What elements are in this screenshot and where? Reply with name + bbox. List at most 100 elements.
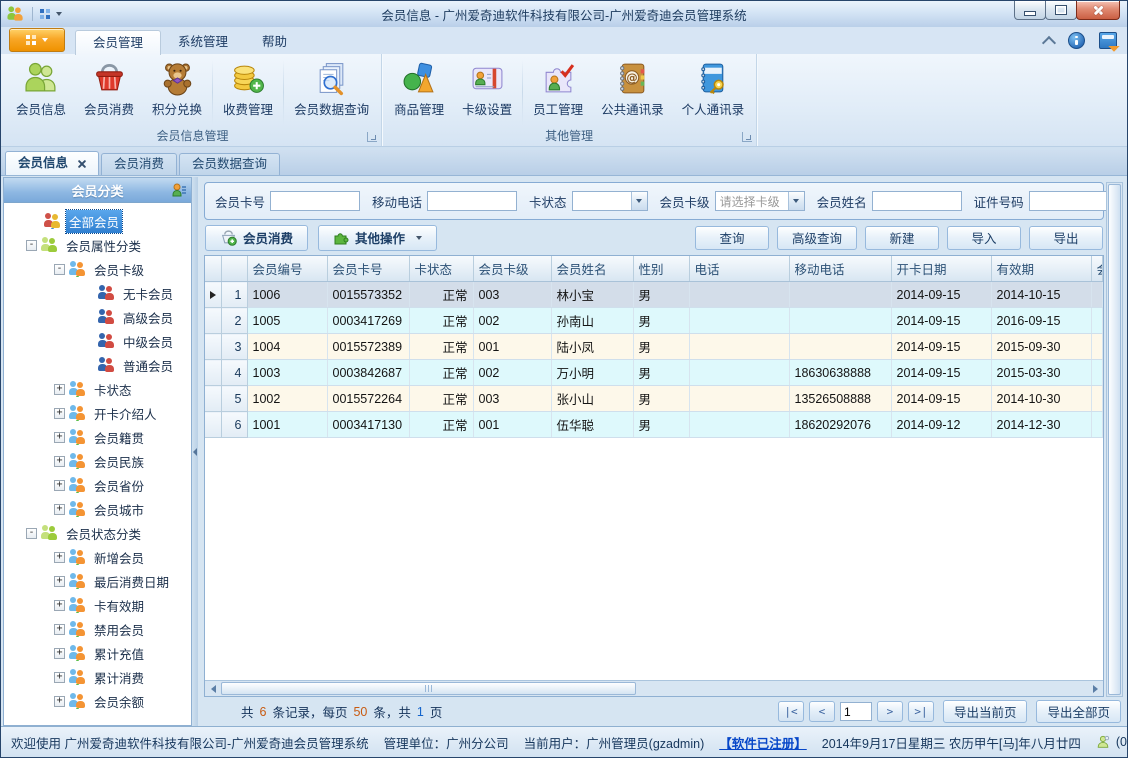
tree-item[interactable]: + 累计消费 (6, 665, 189, 689)
cell-open-date[interactable]: 2014-09-15 (891, 307, 992, 334)
table-row[interactable]: 6 1001 0003417130 正常 001 伍华聪 男 186202920… (205, 411, 1103, 438)
cell-mobile[interactable] (789, 281, 892, 308)
cell-status[interactable]: 正常 (409, 359, 474, 386)
dialog-launcher-icon[interactable] (742, 132, 753, 142)
tree-expander[interactable]: + (54, 407, 65, 419)
doc-tab-member-info[interactable]: 会员信息 (5, 151, 100, 175)
cell-name[interactable]: 孙南山 (551, 307, 634, 334)
cell-phone[interactable] (689, 411, 790, 438)
table-row[interactable]: 5 1002 0015572264 正常 003 张小山 男 135265088… (205, 385, 1103, 412)
tree-expander[interactable]: - (26, 527, 37, 539)
cell-valid-until[interactable]: 2016-09-15 (991, 307, 1092, 334)
cell-level[interactable]: 003 (473, 385, 552, 412)
export-all-pages-button[interactable]: 导出全部页 (1036, 700, 1121, 723)
cell-phone[interactable] (689, 359, 790, 386)
cell-mobile[interactable]: 18630638888 (789, 359, 892, 386)
tree-expander[interactable]: + (54, 431, 65, 443)
dialog-launcher-icon[interactable] (367, 132, 378, 142)
query-button[interactable]: 查询 (694, 225, 769, 250)
maximize-button[interactable] (1045, 1, 1077, 20)
column-header-status[interactable]: 卡状态 (409, 256, 474, 282)
card-status-select[interactable] (571, 191, 648, 211)
next-page-button[interactable]: > (876, 701, 903, 722)
tree-item[interactable]: + 累计充值 (6, 641, 189, 665)
column-header-open-date[interactable]: 开卡日期 (891, 256, 992, 282)
column-header-member-id[interactable]: 会员编号 (247, 256, 328, 282)
points-exchange-button[interactable]: 积分兑换 (143, 57, 211, 128)
column-header-card-no[interactable]: 会员卡号 (327, 256, 410, 282)
cell-card-no[interactable]: 0003842687 (327, 359, 410, 386)
scrollbar-thumb[interactable] (1108, 184, 1121, 695)
card-level-settings-button[interactable]: 卡级设置 (453, 57, 521, 128)
tree-item[interactable]: - 会员属性分类 (6, 233, 189, 257)
column-header-mobile[interactable]: 移动电话 (789, 256, 892, 282)
tree-expander[interactable]: + (54, 503, 65, 515)
tree-item[interactable]: 中级会员 (6, 329, 189, 353)
cell-open-date[interactable]: 2014-09-15 (891, 281, 992, 308)
table-row[interactable]: 4 1003 0003842687 正常 002 万小明 男 186306388… (205, 359, 1103, 386)
tree-expander[interactable]: + (54, 647, 65, 659)
tree-item-all-members[interactable]: 全部会员 (6, 208, 189, 234)
tree-item[interactable]: + 会员城市 (6, 497, 189, 521)
personal-contacts-button[interactable]: 个人通讯录 (673, 57, 754, 128)
doc-tab-member-consume[interactable]: 会员消费 (101, 153, 178, 175)
tree-item[interactable]: + 会员省份 (6, 473, 189, 497)
tree-item[interactable]: - 会员状态分类 (6, 521, 189, 545)
other-operations-button[interactable]: 其他操作 (318, 224, 438, 251)
close-tab-icon[interactable] (77, 159, 86, 168)
tree-item[interactable]: 无卡会员 (6, 281, 189, 305)
vertical-scrollbar[interactable] (1106, 182, 1123, 697)
info-icon[interactable] (1068, 32, 1085, 49)
cell-level[interactable]: 002 (473, 359, 552, 386)
page-number-input[interactable] (839, 702, 872, 721)
card-level-select[interactable]: 请选择卡级 (714, 191, 805, 211)
tree-item[interactable]: + 会员民族 (6, 449, 189, 473)
table-row[interactable]: 1 1006 0015573352 正常 003 林小宝 男 2014-09-1… (205, 281, 1103, 308)
tree-item[interactable]: 普通会员 (6, 353, 189, 377)
mobile-phone-input[interactable] (427, 191, 518, 211)
cell-phone[interactable] (689, 385, 790, 412)
member-consume-button[interactable]: 会员消费 (75, 57, 143, 128)
import-button[interactable]: 导入 (947, 225, 1021, 250)
cell-level[interactable]: 003 (473, 281, 552, 308)
cell-partial[interactable] (1091, 333, 1103, 360)
cell-card-no[interactable]: 0015572264 (327, 385, 410, 412)
collapse-ribbon-icon[interactable] (1041, 35, 1057, 50)
cell-status[interactable]: 正常 (409, 385, 474, 412)
cell-member-id[interactable]: 1006 (247, 281, 328, 308)
cell-level[interactable]: 001 (473, 333, 552, 360)
export-current-page-button[interactable]: 导出当前页 (942, 700, 1028, 723)
tree-expander[interactable]: + (54, 695, 65, 707)
column-header-valid-until[interactable]: 有效期 (991, 256, 1092, 282)
cell-status[interactable]: 正常 (409, 281, 474, 308)
tree-item[interactable]: + 最后消费日期 (6, 569, 189, 593)
cell-partial[interactable] (1091, 359, 1103, 386)
cell-mobile[interactable]: 13526508888 (789, 385, 892, 412)
cell-open-date[interactable]: 2014-09-15 (891, 359, 992, 386)
column-header-gender[interactable]: 性别 (633, 256, 690, 282)
tree-expander[interactable]: + (54, 671, 65, 683)
tree-item[interactable]: + 禁用会员 (6, 617, 189, 641)
column-header-level[interactable]: 会员卡级 (473, 256, 552, 282)
cell-valid-until[interactable]: 2015-03-30 (991, 359, 1092, 386)
tree-expander[interactable]: + (54, 623, 65, 635)
cell-open-date[interactable]: 2014-09-15 (891, 333, 992, 360)
cell-mobile[interactable]: 18620292076 (789, 411, 892, 438)
cell-gender[interactable]: 男 (633, 359, 690, 386)
cell-valid-until[interactable]: 2014-10-15 (991, 281, 1092, 308)
cell-member-id[interactable]: 1005 (247, 307, 328, 334)
cell-gender[interactable]: 男 (633, 307, 690, 334)
cell-open-date[interactable]: 2014-09-15 (891, 385, 992, 412)
tree-item[interactable]: + 开卡介绍人 (6, 401, 189, 425)
cell-member-id[interactable]: 1002 (247, 385, 328, 412)
cell-open-date[interactable]: 2014-09-12 (891, 411, 992, 438)
member-name-input[interactable] (871, 191, 962, 211)
ribbon-tab-member-management[interactable]: 会员管理 (75, 30, 162, 55)
tree-expander[interactable]: + (54, 455, 65, 467)
cell-name[interactable]: 张小山 (551, 385, 634, 412)
license-status-link[interactable]: 【软件已注册】 (719, 733, 807, 752)
member-info-button[interactable]: 会员信息 (7, 57, 75, 128)
tree-item[interactable]: - 会员卡级 (6, 257, 189, 281)
cell-member-id[interactable]: 1001 (247, 411, 328, 438)
tree-item[interactable]: + 会员余额 (6, 689, 189, 713)
